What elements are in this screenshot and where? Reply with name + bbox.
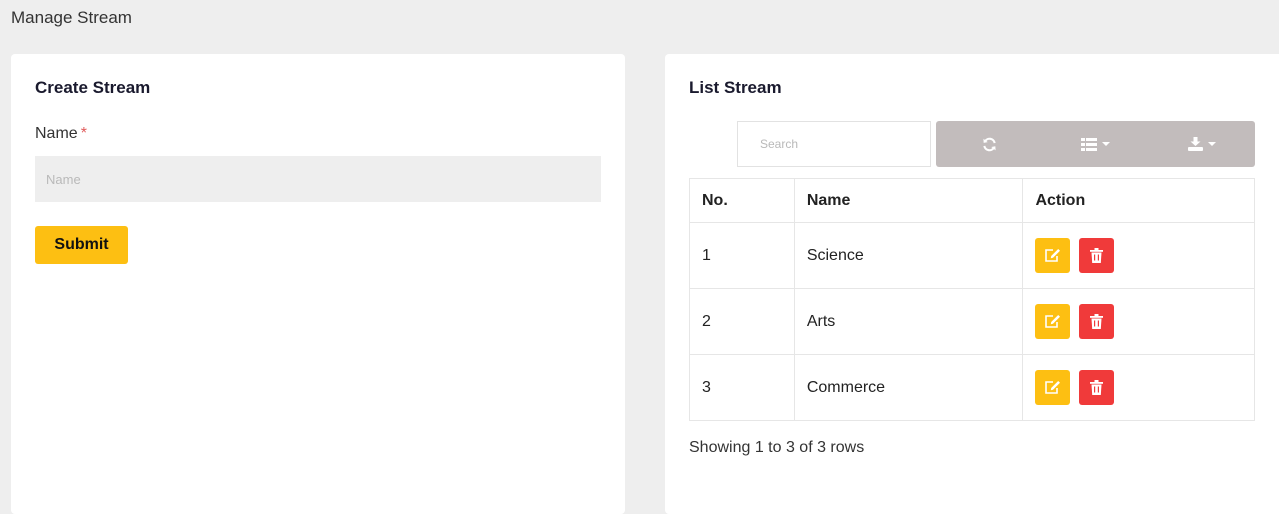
chevron-down-icon xyxy=(1207,142,1216,146)
edit-icon xyxy=(1045,315,1061,328)
delete-button[interactable] xyxy=(1079,238,1115,273)
create-stream-title: Create Stream xyxy=(35,78,151,97)
pagination-info: Showing 1 to 3 of 3 rows xyxy=(689,439,865,456)
stream-table: No. Name Action 1 Science 2 Arts 3 Comme… xyxy=(689,178,1255,421)
export-dropdown-button[interactable] xyxy=(1149,121,1255,167)
search-input[interactable] xyxy=(737,121,931,167)
columns-list-icon xyxy=(1080,137,1097,151)
row-actions xyxy=(1022,222,1255,289)
page-title: Manage Stream xyxy=(11,8,132,27)
delete-button[interactable] xyxy=(1079,304,1115,339)
edit-button[interactable] xyxy=(1035,238,1071,273)
name-label: Name * xyxy=(35,125,87,143)
table-row: 3 Commerce xyxy=(689,354,1255,421)
download-icon xyxy=(1187,137,1203,151)
column-header-no[interactable]: No. xyxy=(689,178,795,223)
delete-button[interactable] xyxy=(1079,370,1115,405)
edit-icon xyxy=(1045,381,1061,394)
refresh-button[interactable] xyxy=(936,121,1042,167)
table-row: 2 Arts xyxy=(689,288,1255,355)
table-header-row: No. Name Action xyxy=(689,178,1255,223)
list-stream-title: List Stream xyxy=(689,78,782,97)
trash-icon xyxy=(1090,248,1104,263)
create-stream-card: Create Stream Name* Submit xyxy=(11,54,625,514)
submit-button[interactable]: Submit xyxy=(35,226,128,264)
edit-button[interactable] xyxy=(1035,370,1071,405)
chevron-down-icon xyxy=(1101,142,1110,146)
row-name: Arts xyxy=(793,288,1024,355)
edit-icon xyxy=(1045,249,1061,262)
column-header-action: Action xyxy=(1022,178,1255,223)
trash-icon xyxy=(1090,314,1104,329)
name-input[interactable] xyxy=(35,156,601,202)
row-actions xyxy=(1022,288,1255,355)
trash-icon xyxy=(1090,380,1104,395)
table-toolbar xyxy=(936,121,1255,167)
row-actions xyxy=(1022,354,1255,421)
table-row: 1 Science xyxy=(689,222,1255,289)
column-header-name[interactable]: Name xyxy=(793,178,1024,223)
refresh-icon xyxy=(982,137,996,151)
row-number: 3 xyxy=(689,354,795,421)
edit-button[interactable] xyxy=(1035,304,1071,339)
columns-dropdown-button[interactable] xyxy=(1042,121,1148,167)
list-stream-card: List Stream Search No. Name Action 1 Sci… xyxy=(665,54,1279,514)
row-number: 2 xyxy=(689,288,795,355)
row-name: Science xyxy=(793,222,1024,289)
required-mark: * xyxy=(80,125,87,142)
row-number: 1 xyxy=(689,222,795,289)
row-name: Commerce xyxy=(793,354,1024,421)
name-label-text: Name xyxy=(35,125,78,142)
